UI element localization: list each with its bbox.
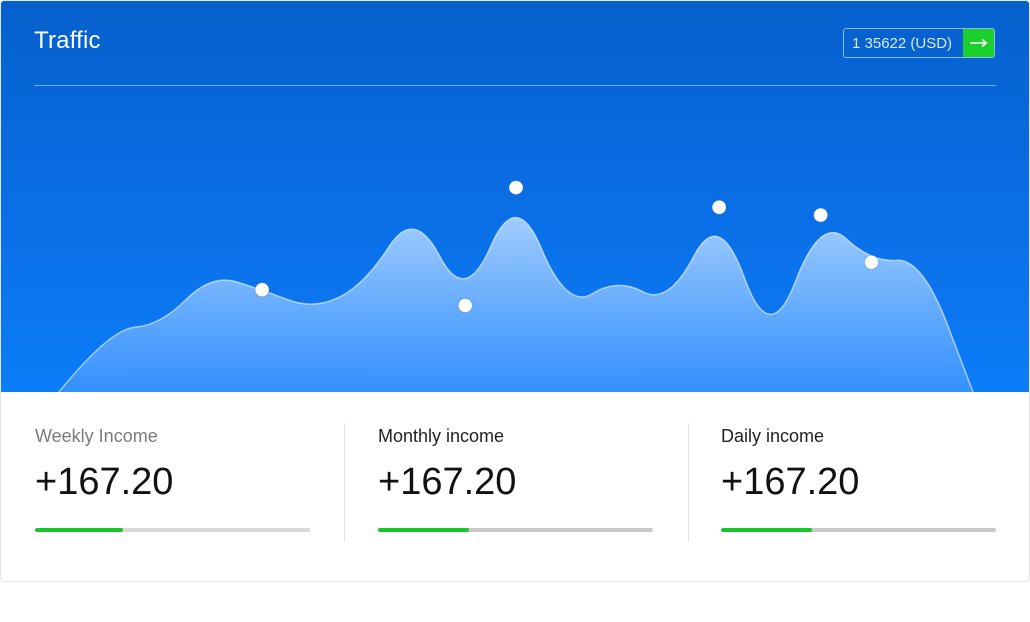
income-stats: Weekly Income +167.20 Monthly income +16… xyxy=(1,392,1029,581)
weekly-income-value: +167.20 xyxy=(35,461,174,503)
weekly-income-progress-fill xyxy=(35,528,123,532)
stat-divider xyxy=(688,423,689,542)
arrow-right-icon[interactable] xyxy=(963,29,994,57)
total-usd-value: 1 35622 (USD) xyxy=(852,34,953,52)
monthly-income-value: +167.20 xyxy=(378,461,517,503)
stat-divider xyxy=(344,423,345,542)
monthly-income-progress-fill xyxy=(378,528,469,532)
traffic-chart xyxy=(58,180,974,392)
traffic-hero: Traffic 1 35622 (USD) xyxy=(1,1,1029,392)
weekly-income-progress xyxy=(35,528,310,532)
monthly-income-progress xyxy=(378,528,653,532)
chart-point[interactable] xyxy=(254,282,270,298)
daily-income-progress xyxy=(721,528,996,532)
chart-point[interactable] xyxy=(863,254,879,270)
monthly-income-label: Monthly income xyxy=(378,426,505,446)
chart-point[interactable] xyxy=(711,199,727,215)
weekly-income-label: Weekly Income xyxy=(35,426,158,446)
total-usd-button[interactable]: 1 35622 (USD) xyxy=(843,28,995,58)
chart-point[interactable] xyxy=(457,298,473,314)
daily-income-label: Daily income xyxy=(721,426,825,446)
chart-point[interactable] xyxy=(813,207,829,223)
page-title: Traffic xyxy=(34,27,101,54)
daily-income-value: +167.20 xyxy=(721,461,860,503)
traffic-card: Traffic 1 35622 (USD) Weekly Income +167… xyxy=(0,0,1030,582)
weekly-income-stat: Weekly Income +167.20 xyxy=(35,392,310,581)
daily-income-progress-fill xyxy=(721,528,812,532)
monthly-income-stat: Monthly income +167.20 xyxy=(378,392,653,581)
chart-area-fill xyxy=(59,217,973,392)
daily-income-stat: Daily income +167.20 xyxy=(721,392,996,581)
chart-point[interactable] xyxy=(508,180,524,196)
header-divider xyxy=(34,85,996,86)
